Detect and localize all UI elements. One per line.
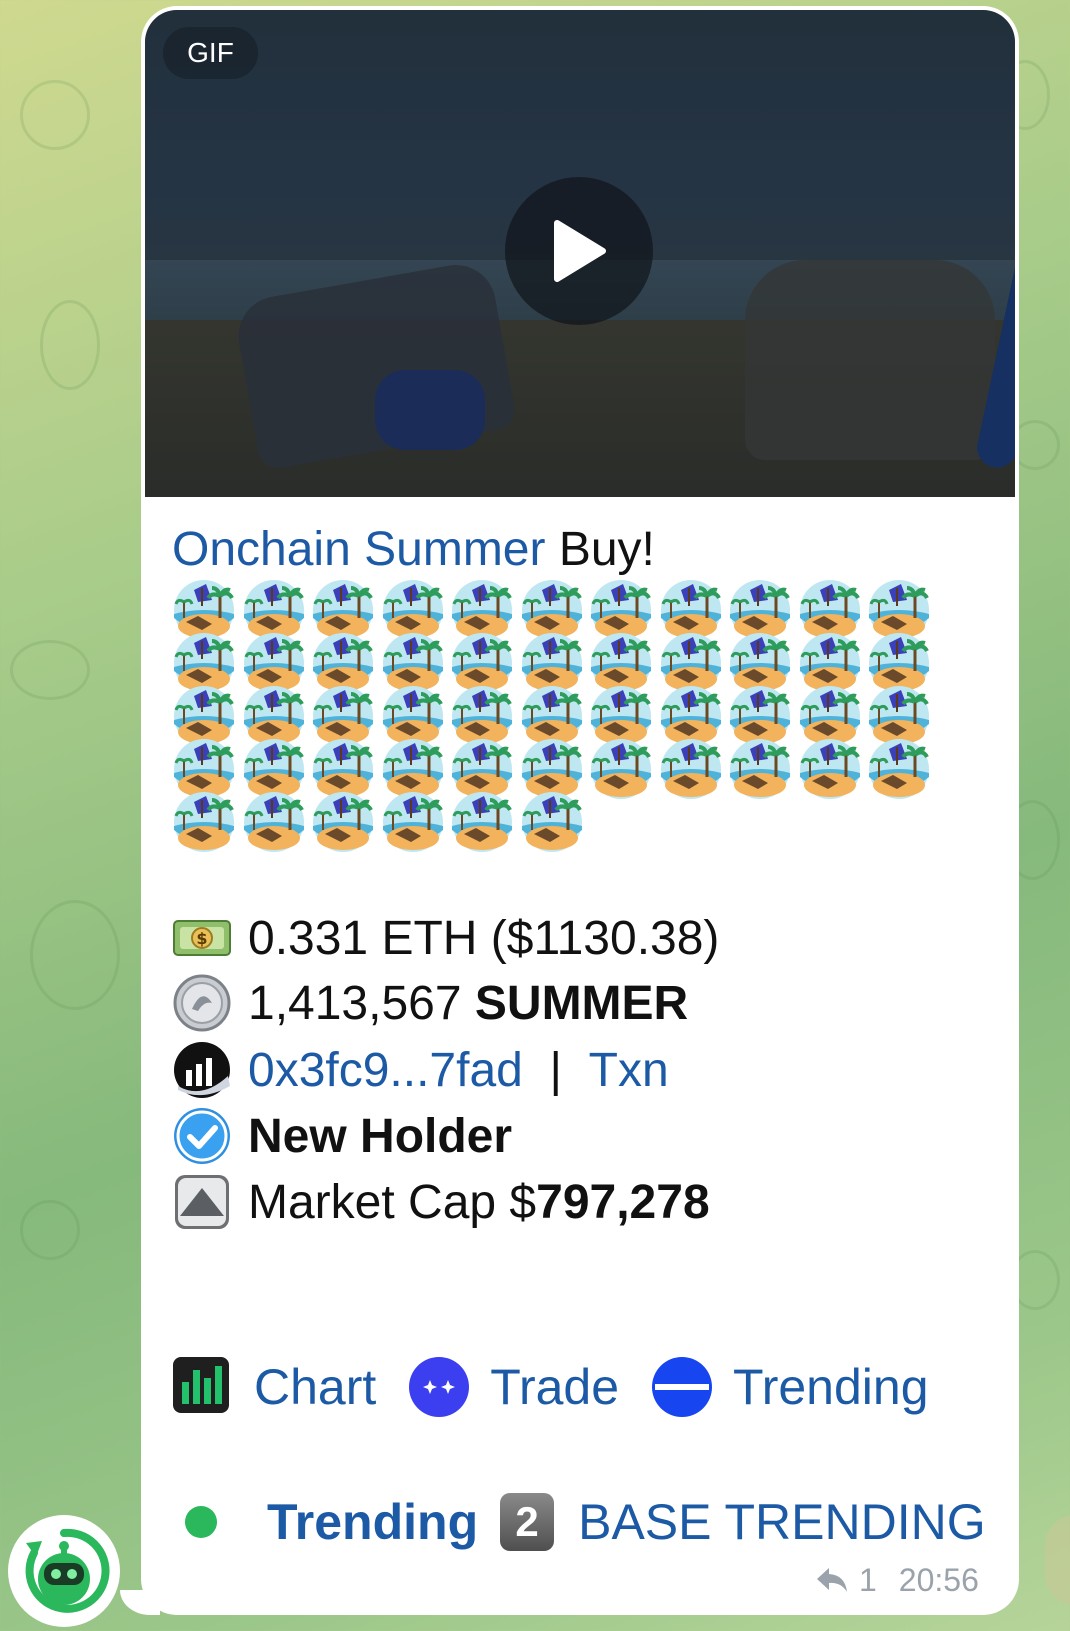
green-dot-icon bbox=[185, 1506, 217, 1538]
svg-text:$: $ bbox=[196, 929, 207, 948]
new-holder-row: New Holder bbox=[172, 1106, 512, 1166]
desert-island-emoji bbox=[867, 737, 933, 803]
chart-logo-icon bbox=[172, 1040, 236, 1100]
token-symbol: SUMMER bbox=[474, 976, 689, 1030]
desert-island-emoji bbox=[520, 790, 586, 856]
market-cap-value: 797,278 bbox=[536, 1175, 710, 1229]
desert-island-emoji bbox=[242, 790, 308, 856]
trade-sparkle-icon bbox=[408, 1356, 470, 1418]
token-amount-row: 1,413,567 SUMMER bbox=[172, 973, 688, 1033]
token-name-link[interactable]: Onchain Summer bbox=[172, 523, 545, 576]
buy-label: Buy! bbox=[545, 523, 655, 576]
gif-badge: GIF bbox=[163, 27, 258, 79]
desert-island-emoji bbox=[172, 790, 238, 856]
market-cap-row: Market Cap $797,278 bbox=[172, 1172, 710, 1232]
check-badge-icon bbox=[172, 1106, 236, 1166]
message-meta: 1 20:56 bbox=[815, 1558, 979, 1602]
bar-chart-icon bbox=[172, 1356, 234, 1418]
rank-badge: 2 bbox=[500, 1493, 555, 1551]
wallet-link[interactable]: 0x3fc9...7fad bbox=[248, 1043, 523, 1098]
robot-refresh-icon bbox=[25, 1528, 110, 1613]
up-arrow-icon bbox=[172, 1172, 236, 1232]
money-icon: $ bbox=[172, 908, 236, 968]
txn-link[interactable]: Txn bbox=[589, 1043, 669, 1098]
reply-icon[interactable] bbox=[815, 1566, 849, 1594]
desert-island-emoji bbox=[659, 737, 725, 803]
minus-circle-icon bbox=[651, 1356, 713, 1418]
trending-link[interactable]: Trending bbox=[651, 1356, 929, 1418]
separator: | bbox=[549, 1043, 562, 1097]
trending-title-link[interactable]: Trending bbox=[267, 1493, 478, 1551]
wallet-row: 0x3fc9...7fad | Txn bbox=[172, 1040, 669, 1100]
new-holder-label: New Holder bbox=[248, 1109, 513, 1163]
chart-label: Chart bbox=[254, 1359, 377, 1415]
trending-label: Trending bbox=[733, 1359, 929, 1415]
play-button[interactable] bbox=[505, 177, 653, 325]
desert-island-emoji bbox=[381, 790, 447, 856]
message-time: 20:56 bbox=[898, 1561, 979, 1598]
chart-link[interactable]: Chart bbox=[172, 1356, 376, 1418]
eth-amount: 0.331 ETH ($1130.38) bbox=[248, 911, 720, 965]
desert-island-emoji bbox=[589, 737, 655, 803]
link-buttons-row: Chart Trade Trending bbox=[172, 1352, 961, 1422]
trade-link[interactable]: Trade bbox=[408, 1356, 619, 1418]
trade-label: Trade bbox=[490, 1359, 620, 1415]
market-cap-label: Market Cap $ bbox=[248, 1175, 537, 1229]
trending-channel-link[interactable]: BASE TRENDING bbox=[578, 1493, 986, 1551]
bot-avatar[interactable] bbox=[8, 1515, 120, 1627]
token-amount: 1,413,567 bbox=[248, 976, 462, 1030]
play-icon bbox=[554, 220, 606, 282]
message-title: Onchain Summer Buy! bbox=[172, 522, 655, 577]
trending-row: Trending 2 BASE TRENDING bbox=[185, 1487, 986, 1557]
desert-island-emoji bbox=[311, 790, 377, 856]
coin-icon bbox=[172, 973, 236, 1033]
eth-amount-row: $ 0.331 ETH ($1130.38) bbox=[172, 908, 719, 968]
desert-island-emoji bbox=[450, 790, 516, 856]
desert-island-emoji bbox=[798, 737, 864, 803]
desert-island-emoji bbox=[728, 737, 794, 803]
reply-count[interactable]: 1 bbox=[859, 1562, 877, 1599]
